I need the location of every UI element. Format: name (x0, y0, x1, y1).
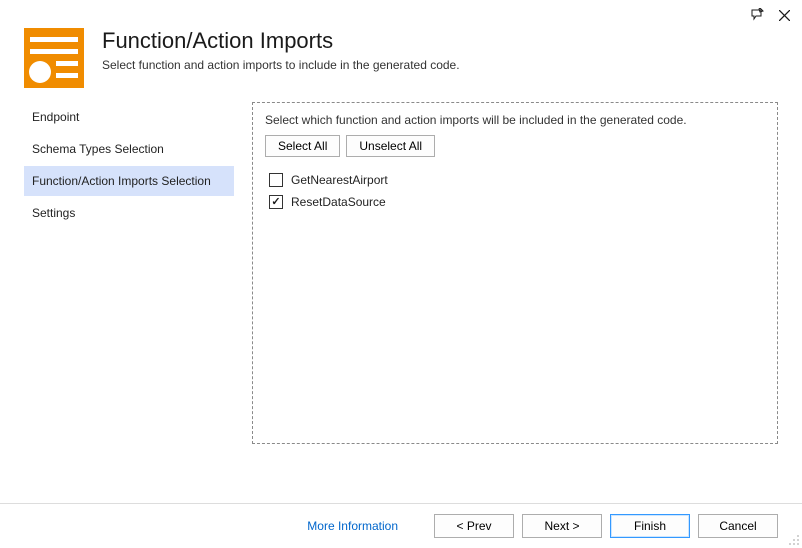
sidebar-item-label: Settings (32, 206, 75, 220)
content-panel: Select which function and action imports… (252, 102, 778, 444)
resize-grip-icon[interactable] (788, 534, 800, 546)
wizard-steps-sidebar: Endpoint Schema Types Selection Function… (24, 102, 234, 472)
select-all-button[interactable]: Select All (265, 135, 340, 157)
feedback-icon[interactable] (750, 8, 765, 23)
sidebar-item-endpoint[interactable]: Endpoint (24, 102, 234, 132)
sidebar-item-label: Endpoint (32, 110, 79, 124)
page-subtitle: Select function and action imports to in… (102, 58, 460, 72)
close-icon[interactable] (779, 10, 790, 21)
next-button[interactable]: Next > (522, 514, 602, 538)
list-item[interactable]: GetNearestAirport (265, 169, 765, 191)
wizard-header: Function/Action Imports Select function … (0, 0, 802, 102)
list-item-label: ResetDataSource (291, 195, 386, 209)
finish-button[interactable]: Finish (610, 514, 690, 538)
prev-button[interactable]: < Prev (434, 514, 514, 538)
more-information-link[interactable]: More Information (307, 519, 398, 533)
wizard-icon (24, 28, 84, 88)
list-item-label: GetNearestAirport (291, 173, 388, 187)
content-description: Select which function and action imports… (265, 113, 765, 127)
checkbox[interactable] (269, 195, 283, 209)
sidebar-item-function-action-imports[interactable]: Function/Action Imports Selection (24, 166, 234, 196)
wizard-footer: More Information < Prev Next > Finish Ca… (0, 503, 802, 548)
sidebar-item-schema-types[interactable]: Schema Types Selection (24, 134, 234, 164)
unselect-all-button[interactable]: Unselect All (346, 135, 435, 157)
sidebar-item-label: Function/Action Imports Selection (32, 174, 211, 188)
sidebar-item-label: Schema Types Selection (32, 142, 164, 156)
imports-list: GetNearestAirport ResetDataSource (265, 169, 765, 213)
checkbox[interactable] (269, 173, 283, 187)
sidebar-item-settings[interactable]: Settings (24, 198, 234, 228)
list-item[interactable]: ResetDataSource (265, 191, 765, 213)
cancel-button[interactable]: Cancel (698, 514, 778, 538)
page-title: Function/Action Imports (102, 28, 460, 54)
